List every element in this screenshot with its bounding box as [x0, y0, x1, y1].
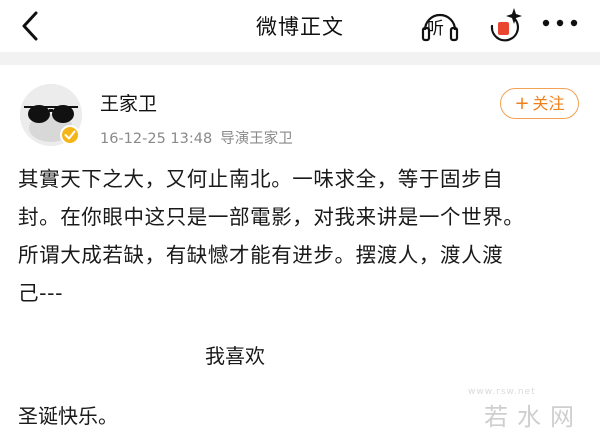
post-meta: 16-12-25 13:48 导演王家卫 — [100, 127, 293, 148]
watermark-domain: www.rsw.net — [468, 387, 536, 397]
more-dots-icon — [542, 19, 578, 27]
share-sparkle-icon — [490, 8, 522, 42]
verified-badge-icon — [60, 125, 80, 145]
more-options-button[interactable] — [540, 12, 580, 34]
post-timestamp: 16-12-25 13:48 — [100, 131, 213, 147]
author-name[interactable]: 王家卫 — [100, 89, 157, 116]
post-body: 其實天下之大，又何止南北。一味求全，等于固步自 封。在你眼中这只是一部電影，对我… — [18, 160, 584, 312]
post-text-line: 其實天下之大，又何止南北。一味求全，等于固步自 — [18, 167, 504, 191]
follow-button[interactable]: + 关注 — [500, 88, 579, 119]
top-navigation-bar: 微博正文 听 — [0, 0, 600, 52]
follow-label: 关注 — [532, 94, 565, 113]
section-divider — [0, 52, 600, 65]
post-source: 导演王家卫 — [220, 131, 293, 147]
post-closing-text: 圣诞快乐。 — [18, 404, 118, 428]
post-text-line: 己--- — [18, 281, 64, 305]
share-button[interactable] — [484, 4, 526, 46]
plus-icon: + — [514, 93, 530, 114]
watermark-text: 若水网 — [484, 403, 583, 431]
listen-label: 听 — [427, 19, 444, 39]
post-text-line: 所谓大成若缺，有缺憾才能有进步。摆渡人，渡人渡 — [18, 243, 504, 267]
listen-button[interactable]: 听 — [419, 4, 461, 46]
post-text-line: 封。在你眼中这只是一部電影，对我来讲是一个世界。 — [18, 205, 525, 229]
watermark: www.rsw.net 若水网 — [468, 387, 583, 432]
post-center-text: 我喜欢 — [205, 344, 265, 368]
